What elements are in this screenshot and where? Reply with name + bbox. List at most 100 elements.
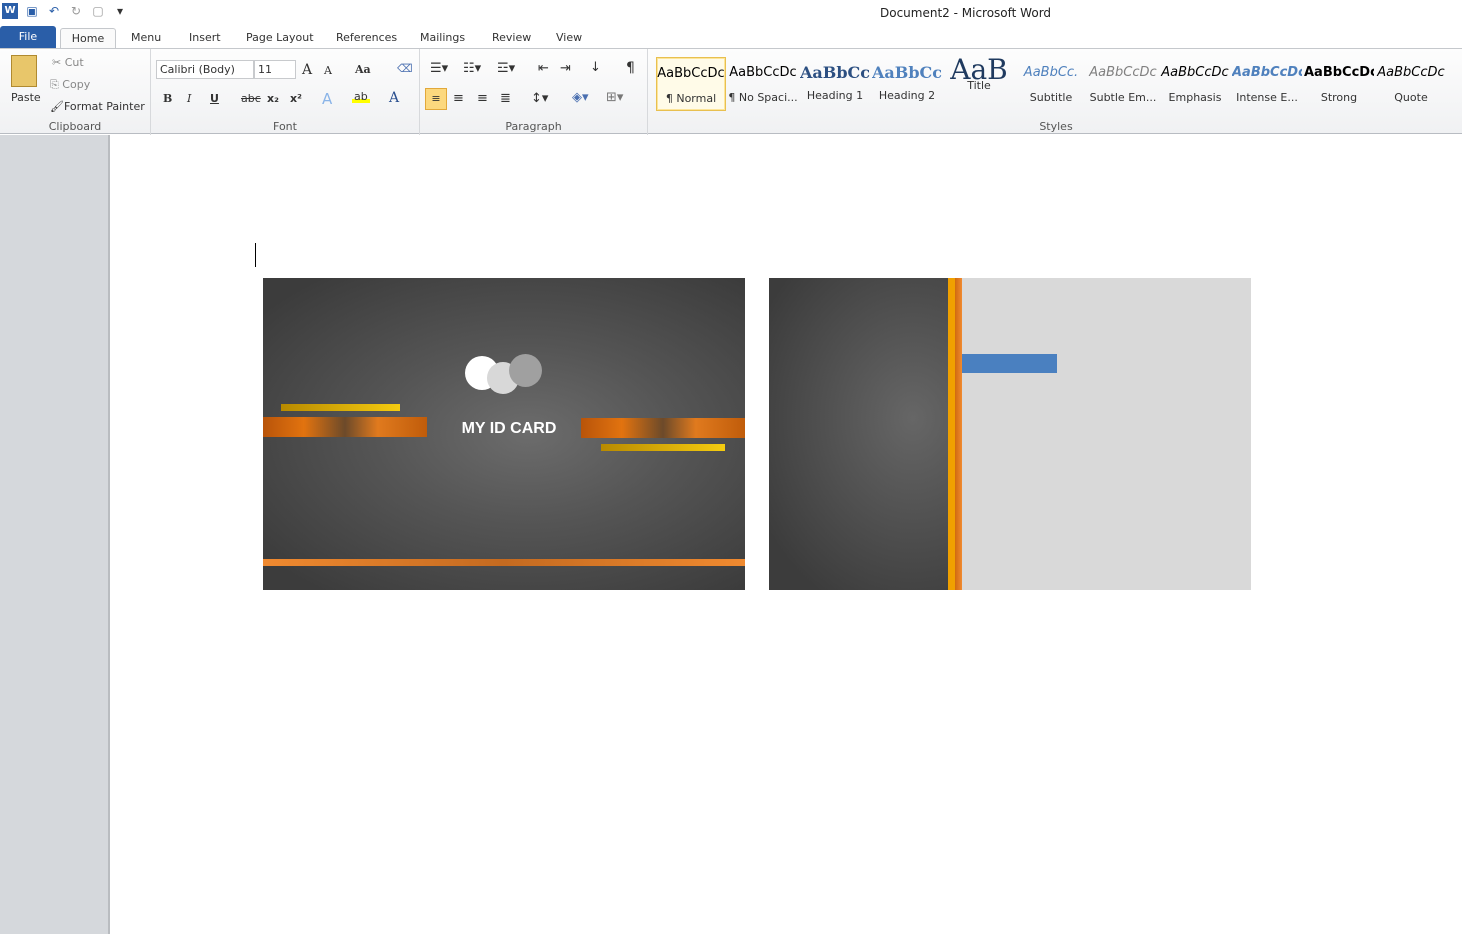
text-effects-button[interactable]: A <box>322 90 332 108</box>
style-in[interactable]: A In <box>1448 57 1462 111</box>
bullets-icon[interactable]: ☰▾ <box>430 61 448 76</box>
gold-stripe-right <box>601 444 725 451</box>
numbering-icon[interactable]: ☷▾ <box>463 61 481 76</box>
ribbon-tabs: File Home Menu Insert Page Layout Refere… <box>0 25 1462 48</box>
orange-vertical-stripe <box>955 278 962 590</box>
cut-button[interactable]: ✂ Cut <box>52 56 84 69</box>
superscript-button[interactable]: x² <box>290 92 302 105</box>
id-card-front[interactable]: MY ID CARD <box>263 278 745 590</box>
paste-button[interactable]: Paste <box>11 91 41 104</box>
style-label: In <box>1448 91 1462 104</box>
line-spacing-icon[interactable]: ↕▾ <box>531 91 548 106</box>
borders-icon[interactable]: ⊞▾ <box>606 90 623 105</box>
font-family-select[interactable]: Calibri (Body) <box>156 60 254 79</box>
format-painter-button[interactable]: 🖌Format Painter <box>50 100 145 113</box>
increase-indent-icon[interactable]: ⇥ <box>560 61 571 76</box>
style-subtle-em[interactable]: AaBbCcDc Subtle Em... <box>1088 57 1158 111</box>
page-margin-area <box>0 135 110 934</box>
style-sample: AaBbCc <box>800 63 870 82</box>
tab-view[interactable]: View <box>548 28 590 48</box>
style-label: Subtitle <box>1029 91 1073 104</box>
style-heading-1[interactable]: AaBbCc Heading 1 <box>800 57 870 111</box>
italic-button[interactable]: I <box>187 92 191 105</box>
style-title[interactable]: AaB Title <box>944 53 1014 111</box>
paste-icon <box>11 55 37 87</box>
style-label: Heading 2 <box>878 89 936 102</box>
font-label: Font <box>273 120 297 133</box>
tab-file[interactable]: File <box>0 26 56 48</box>
tab-insert[interactable]: Insert <box>181 28 229 48</box>
style-sample: AaBbCcDc <box>1089 65 1157 80</box>
clipboard-group: Paste ✂ Cut ⎘ Copy 🖌Format Painter Clipb… <box>0 49 151 135</box>
align-center-icon[interactable]: ≡ <box>453 91 464 106</box>
word-app-icon[interactable]: W <box>2 3 18 19</box>
bold-button[interactable]: B <box>163 92 172 105</box>
decrease-indent-icon[interactable]: ⇤ <box>538 61 549 76</box>
id-card-back[interactable] <box>769 278 1251 590</box>
align-left-icon[interactable]: ≡ <box>425 88 447 110</box>
style-label: Heading 1 <box>806 89 864 102</box>
style-sample: AaBbCcDc <box>657 66 725 81</box>
shading-icon[interactable]: ◈▾ <box>572 90 589 105</box>
style-no-spaci[interactable]: AaBbCcDc ¶ No Spaci... <box>728 57 798 111</box>
ribbon: Paste ✂ Cut ⎘ Copy 🖌Format Painter Clipb… <box>0 48 1462 135</box>
style-quote[interactable]: AaBbCcDc Quote <box>1376 57 1446 111</box>
save-icon[interactable]: ▣ <box>24 3 40 19</box>
circle-gray <box>509 354 542 387</box>
underline-button[interactable]: U <box>210 92 219 105</box>
style-strong[interactable]: AaBbCcDc Strong <box>1304 57 1374 111</box>
justify-icon[interactable]: ≣ <box>500 91 511 106</box>
highlight-button[interactable]: ab <box>352 90 370 103</box>
redo-icon[interactable]: ↻ <box>68 3 84 19</box>
tab-page-layout[interactable]: Page Layout <box>238 28 322 48</box>
style-sample: AaBbCcDc <box>1232 65 1302 80</box>
quick-access-toolbar: W ▣ ↶ ↻ ▢ ▾ <box>2 3 128 19</box>
font-size-select[interactable]: 11 <box>254 60 296 79</box>
customize-icon[interactable]: ▾ <box>112 3 128 19</box>
style-sample: AaBbCcDc <box>729 65 797 80</box>
style-normal[interactable]: AaBbCcDc ¶ Normal <box>656 57 726 111</box>
style-label: Strong <box>1320 91 1358 104</box>
style-label: ¶ No Spaci... <box>728 91 798 104</box>
show-formatting-button[interactable]: ¶ <box>626 60 635 76</box>
sort-icon[interactable]: ↓ <box>590 60 601 75</box>
clear-formatting-icon[interactable]: ⌫ <box>397 62 413 75</box>
clipboard-label: Clipboard <box>48 120 102 133</box>
grow-font-button[interactable]: A <box>302 62 312 78</box>
style-sample: A <box>1448 65 1462 87</box>
paragraph-label: Paragraph <box>505 120 562 133</box>
styles-group: AaBbCcDc ¶ Normal AaBbCcDc ¶ No Spaci... AaB… <box>650 49 1462 135</box>
style-emphasis[interactable]: AaBbCcDc Emphasis <box>1160 57 1230 111</box>
tab-review[interactable]: Review <box>484 28 539 48</box>
text-cursor <box>255 243 256 267</box>
copy-button[interactable]: ⎘ Copy <box>50 78 90 92</box>
align-right-icon[interactable]: ≡ <box>477 91 488 106</box>
tab-mailings[interactable]: Mailings <box>412 28 473 48</box>
multilevel-list-icon[interactable]: ☲▾ <box>497 61 515 76</box>
style-sample: AaBbCc <box>872 63 942 82</box>
style-sample: AaBbCcDc <box>1377 65 1445 80</box>
style-label: Quote <box>1394 91 1428 104</box>
style-subtitle[interactable]: AaBbCc. Subtitle <box>1016 57 1086 111</box>
subscript-button[interactable]: x₂ <box>267 92 279 105</box>
blue-bar <box>962 354 1057 373</box>
tab-references[interactable]: References <box>328 28 405 48</box>
font-color-button[interactable]: A <box>389 90 399 106</box>
print-preview-icon[interactable]: ▢ <box>90 3 106 19</box>
change-case-button[interactable]: Aa <box>355 63 371 76</box>
tab-home[interactable]: Home <box>60 28 116 48</box>
style-label: Subtle Em... <box>1089 91 1157 104</box>
style-intense-e[interactable]: AaBbCcDc Intense E... <box>1232 57 1302 111</box>
shrink-font-button[interactable]: A <box>324 64 332 77</box>
style-sample: AaBbCcDc <box>1304 65 1374 80</box>
dark-panel <box>769 278 949 590</box>
style-label: Intense E... <box>1236 91 1298 104</box>
tab-menu[interactable]: Menu <box>123 28 169 48</box>
undo-icon[interactable]: ↶ <box>46 3 62 19</box>
scissors-icon: ✂ <box>52 56 65 69</box>
window-title: Document2 - Microsoft Word <box>880 6 1052 20</box>
style-sample: AaBbCcDc <box>1161 65 1229 80</box>
style-heading-2[interactable]: AaBbCc Heading 2 <box>872 57 942 111</box>
strikethrough-button[interactable]: abc <box>241 92 261 105</box>
orange-band-right <box>581 418 745 438</box>
